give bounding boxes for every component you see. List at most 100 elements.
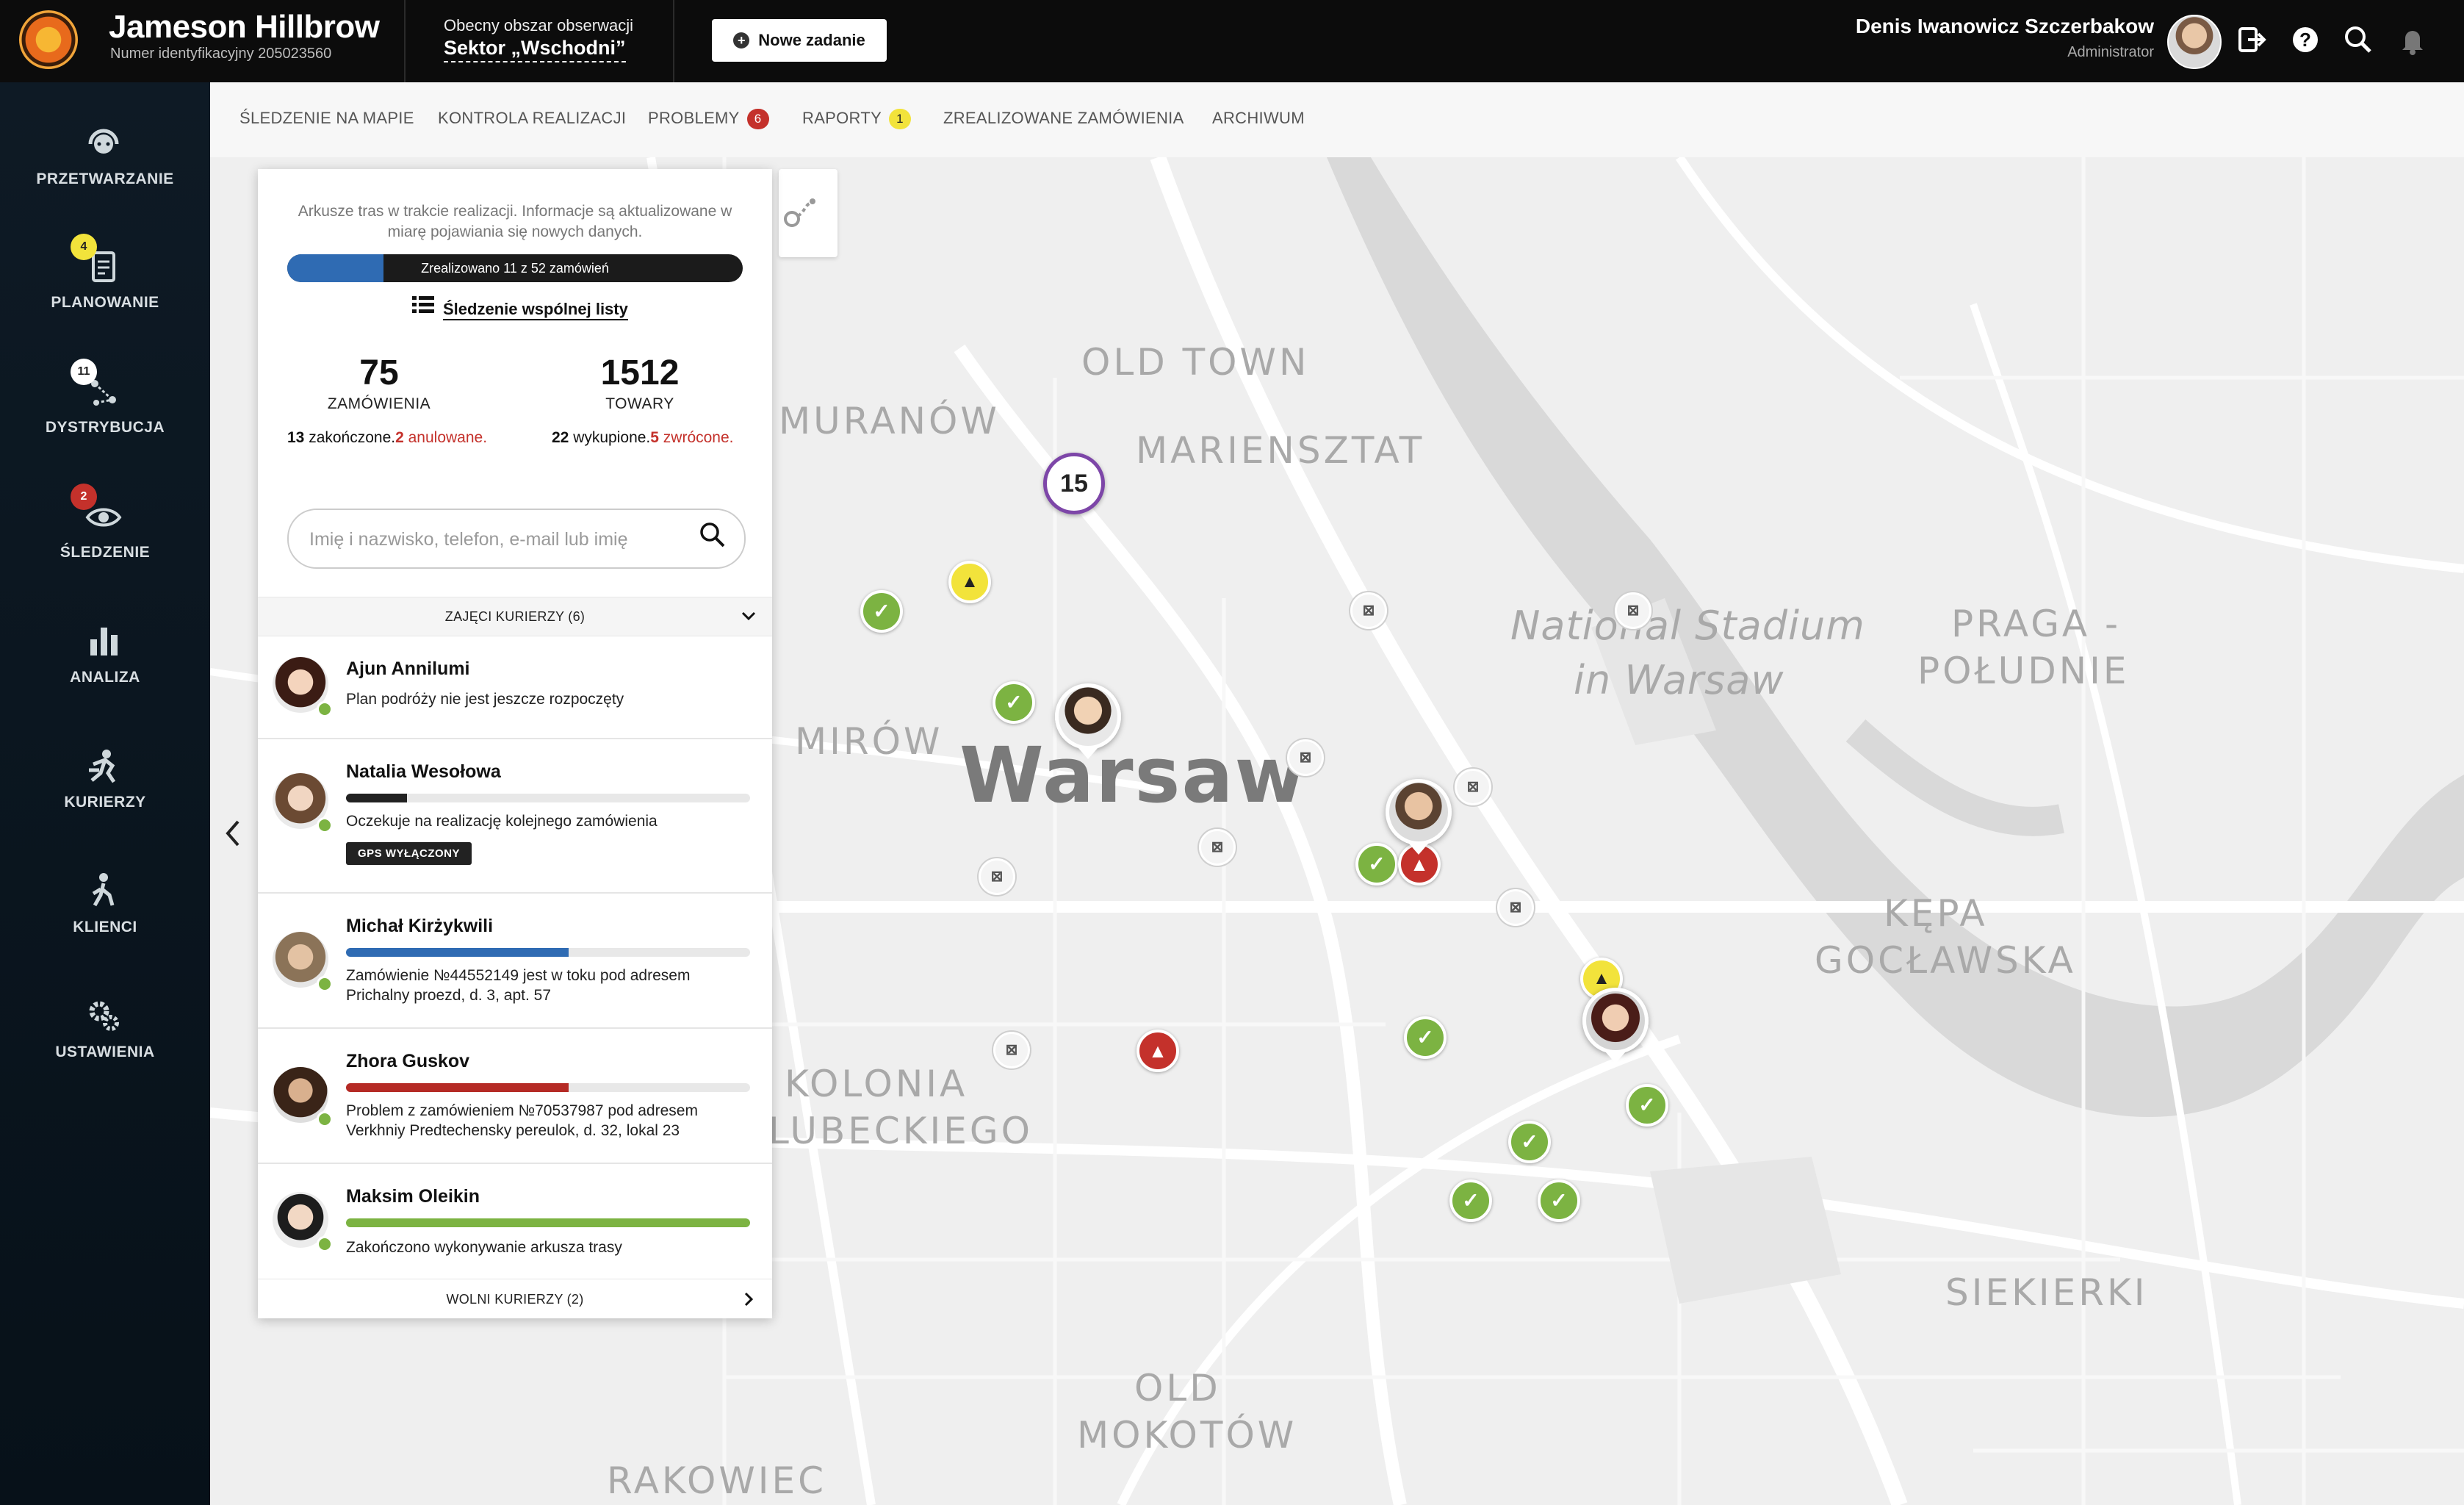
goods-label: TOWARY [605,395,674,412]
tab-label: ŚLEDZENIE NA MAPIE [239,109,414,127]
courier-name: Zhora Guskov [346,1051,470,1071]
bar-chart-icon [83,620,124,661]
problem-marker[interactable]: ▲ [1136,1030,1179,1072]
tab-label: ARCHIWUM [1212,109,1305,127]
pending-order-marker[interactable]: ⊠ [1287,739,1324,776]
warning-marker[interactable]: ▲ [948,561,991,603]
list-icon [412,295,434,320]
nav-item-kurierzy[interactable]: KURIERZY [0,733,210,844]
logout-icon[interactable] [2233,22,2269,57]
shared-list-link[interactable]: Śledzenie wspólnej listy [412,295,628,320]
courier-row[interactable]: Maksim Oleikin Zakończono wykonywanie ar… [258,1164,772,1277]
online-status-dot [317,1236,333,1252]
orders-progress-bar: Zrealizowano 11 z 52 zamówień [287,254,743,282]
pending-order-marker[interactable]: ⊠ [1615,592,1651,629]
pending-order-marker[interactable]: ⊠ [1350,592,1387,629]
nav-item-analiza[interactable]: ANALIZA [0,608,210,719]
courier-search [287,509,746,569]
pending-order-marker[interactable]: ⊠ [1497,889,1534,926]
nav-item-klienci[interactable]: KLIENCI [0,858,210,969]
route-toggle-button[interactable] [779,169,837,257]
tab-zrealizowane-zamowienia[interactable]: ZREALIZOWANE ZAMÓWIENIA [943,109,1184,128]
delivered-marker[interactable]: ✓ [860,590,903,633]
pending-order-marker[interactable]: ⊠ [1455,769,1491,805]
user-avatar[interactable] [2167,15,2222,69]
map-label: MARIENSZTAT [1136,429,1425,472]
headset-icon [83,122,124,163]
help-icon[interactable]: ? [2288,22,2323,57]
map-label: RAKOWIEC [607,1459,827,1502]
courier-row[interactable]: Natalia Wesołowa Oczekuje na realizację … [258,739,772,894]
area-selector[interactable]: Sektor „Wschodni” [444,37,626,62]
courier-search-input[interactable] [308,510,678,569]
courier-row[interactable]: Zhora Guskov Problem z zamówieniem №7053… [258,1029,772,1164]
tab-badge: 1 [889,109,912,129]
delivered-marker[interactable]: ✓ [1538,1179,1580,1222]
tab-bar: ŚLEDZENIE NA MAPIE KONTROLA REALIZACJI P… [210,82,2464,159]
goods-count: 1512 [600,353,680,392]
search-icon[interactable] [2341,22,2376,57]
online-status-dot [317,1111,333,1127]
courier-status: Plan podróży nie jest jeszcze rozpoczęty [346,691,624,708]
courier-route-progress [346,948,750,957]
delivered-marker[interactable]: ✓ [1449,1179,1492,1222]
pending-order-marker[interactable]: ⊠ [993,1032,1030,1068]
gps-off-badge: GPS WYŁĄCZONY [346,842,472,865]
nav-item-sledzenie[interactable]: 2 ŚLEDZENIE [0,484,210,594]
order-cluster-marker[interactable]: 15 [1043,453,1105,514]
map-label: National Stadium [1510,603,1865,649]
shared-list-label: Śledzenie wspólnej listy [443,300,628,320]
goods-bought-text: wykupione. [569,429,651,446]
courier-location-pin[interactable] [1055,683,1121,759]
user-name[interactable]: Denis Iwanowicz Szczerbakow [1856,15,2154,38]
nav-label: KURIERZY [64,794,146,811]
map-label: GOCŁAWSKA [1815,939,2076,982]
tab-archiwum[interactable]: ARCHIWUM [1212,109,1305,128]
nav-item-dystrybucja[interactable]: 11 DYSTRYBUCJA [0,359,210,469]
courier-row[interactable]: Michał Kirżykwili Zamówienie №44552149 j… [258,894,772,1029]
delivered-marker[interactable]: ✓ [1355,843,1398,886]
orders-completed-text: zakończone. [304,429,396,446]
orders-label: ZAMÓWIENIA [327,395,431,412]
progress-label: Zrealizowano 11 z 52 zamówień [421,261,609,276]
courier-location-pin[interactable] [1386,779,1452,855]
courier-route-progress [346,794,750,802]
orders-completed-count: 13 [287,429,305,446]
company-logo[interactable] [19,10,78,69]
person-walk-icon [83,870,124,911]
tab-label: ZREALIZOWANE ZAMÓWIENIA [943,109,1184,127]
new-task-button[interactable]: + Nowe zadanie [712,19,887,62]
bell-icon[interactable] [2395,22,2430,57]
map-label: OLD TOWN [1081,341,1310,384]
courier-name: Ajun Annilumi [346,658,470,679]
nav-item-planowanie[interactable]: 4 PLANOWANIE [0,234,210,344]
couriers-panel: Arkusze tras w trakcie realizacji. Infor… [258,169,772,1318]
delivered-marker[interactable]: ✓ [1626,1084,1668,1127]
courier-location-pin[interactable] [1582,988,1649,1063]
tab-raporty[interactable]: RAPORTY 1 [802,109,912,129]
delivered-marker[interactable]: ✓ [993,681,1035,724]
courier-row[interactable]: Ajun Annilumi Plan podróży nie jest jesz… [258,636,772,739]
nav-item-przetwarzanie[interactable]: PRZETWARZANIE [0,110,210,220]
pending-order-marker[interactable]: ⊠ [1199,829,1236,866]
orders-cancelled-count: 2 [395,429,404,446]
free-couriers-header[interactable]: WOLNI KURIERZY (2) [258,1279,772,1319]
tab-sledzenie-na-mapie[interactable]: ŚLEDZENIE NA MAPIE [239,109,414,128]
delivered-marker[interactable]: ✓ [1404,1016,1447,1059]
tab-label: RAPORTY [802,109,882,127]
online-status-dot [317,817,333,833]
search-icon[interactable] [694,520,731,557]
tab-kontrola-realizacji[interactable]: KONTROLA REALIZACJI [438,109,626,128]
nav-item-ustawienia[interactable]: USTAWIENIA [0,983,210,1093]
map-label: MOKOTÓW [1077,1414,1297,1456]
tab-problemy[interactable]: PROBLEMY 6 [648,109,769,129]
goods-returned-count: 5 [650,429,659,446]
divider [404,0,406,82]
delivered-marker[interactable]: ✓ [1508,1121,1551,1163]
collapse-panel-button[interactable] [217,811,247,855]
busy-couriers-header[interactable]: ZAJĘCI KURIERZY (6) [258,597,772,636]
pending-order-marker[interactable]: ⊠ [979,858,1015,895]
nav-label: PLANOWANIE [51,294,159,311]
courier-status: Oczekuje na realizację kolejnego zamówie… [346,813,658,830]
orders-cancelled-text: anulowane. [403,429,488,446]
